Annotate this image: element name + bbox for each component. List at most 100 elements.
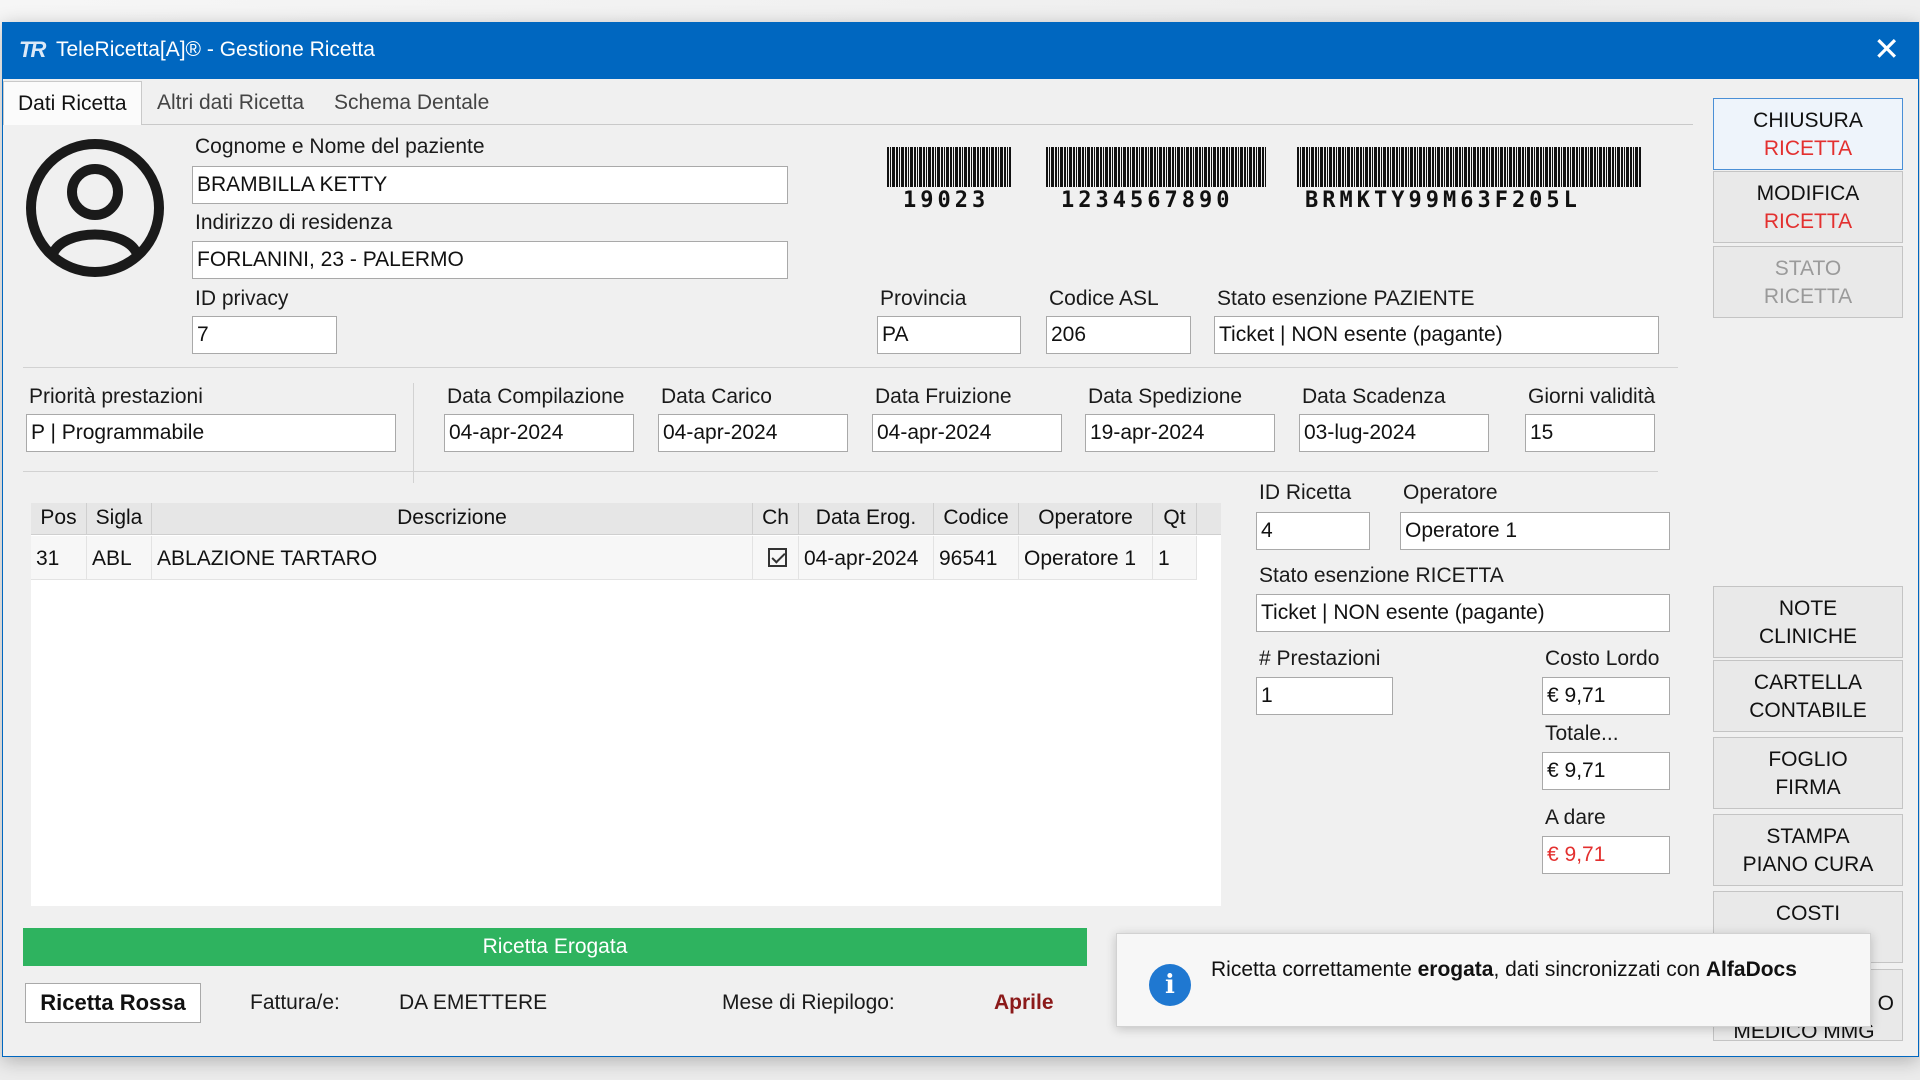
recipe-status-button[interactable]: STATO RICETTA — [1713, 246, 1903, 318]
column-header-data-erog[interactable]: Data Erog. — [799, 503, 934, 535]
compilation-date-field[interactable]: 04-apr-2024 — [444, 414, 634, 452]
column-header-pos[interactable]: Pos — [31, 503, 87, 535]
load-date-field[interactable]: 04-apr-2024 — [658, 414, 848, 452]
print-treatment-plan-button[interactable]: STAMPA PIANO CURA — [1713, 814, 1903, 886]
recipe-exemption-label: Stato esenzione RICETTA — [1259, 564, 1504, 587]
tab-altri-dati-ricetta[interactable]: Altri dati Ricetta — [157, 91, 304, 115]
table-header: Pos Sigla Descrizione Ch Data Erog. Codi… — [31, 503, 1221, 535]
table-row[interactable]: 31 ABL ABLAZIONE TARTARO 04-apr-2024 965… — [31, 536, 1197, 580]
patient-exemption-field[interactable]: Ticket | NON esente (pagante) — [1214, 316, 1659, 354]
tab-bar: Dati Ricetta Altri dati Ricetta Schema D… — [3, 79, 1693, 125]
barcode-3-text: BRMKTY99M63F205L — [1305, 188, 1581, 213]
close-icon[interactable]: ✕ — [1873, 31, 1900, 67]
button-label-line2: FIRMA — [1775, 776, 1841, 799]
shipping-date-field[interactable]: 19-apr-2024 — [1085, 414, 1275, 452]
sync-notification-toast[interactable]: i Ricetta correttamente erogata, dati si… — [1116, 933, 1871, 1027]
column-header-descrizione[interactable]: Descrizione — [152, 503, 753, 535]
address-field[interactable]: FORLANINI, 23 - PALERMO — [192, 241, 788, 279]
barcode-3-icon — [1297, 147, 1641, 187]
button-label-line1: COSTI — [1775, 902, 1841, 925]
window-title: TeleRicetta[A]® - Gestione Ricetta — [56, 38, 375, 61]
recipe-id-label: ID Ricetta — [1259, 481, 1352, 504]
address-label: Indirizzo di residenza — [195, 211, 393, 234]
privacy-field[interactable]: 7 — [192, 316, 337, 354]
cell-qt: 1 — [1153, 536, 1197, 580]
button-label-line2: PIANO CURA — [1742, 853, 1874, 876]
province-field[interactable]: PA — [877, 316, 1021, 354]
cell-pos: 31 — [31, 536, 87, 580]
patient-name-field[interactable]: BRAMBILLA KETTY — [192, 166, 788, 204]
column-header-codice[interactable]: Codice — [934, 503, 1019, 535]
patient-exemption-label: Stato esenzione PAZIENTE — [1217, 287, 1475, 310]
asl-field[interactable]: 206 — [1046, 316, 1191, 354]
clinical-notes-button[interactable]: NOTE CLINICHE — [1713, 586, 1903, 658]
asl-label: Codice ASL — [1049, 287, 1159, 310]
button-label-line1: FOGLIO — [1768, 748, 1848, 771]
priority-label: Priorità prestazioni — [29, 385, 203, 408]
total-field[interactable]: € 9,71 — [1542, 752, 1670, 790]
barcode-1-text: 19023 — [903, 188, 990, 213]
cell-operatore: Operatore 1 — [1019, 536, 1153, 580]
ricetta-rossa-button[interactable]: Ricetta Rossa — [25, 983, 201, 1023]
button-label-line2: RICETTA — [1763, 137, 1853, 160]
toast-text: , dati sincronizzati con — [1493, 958, 1706, 981]
gestione-ricetta-window: TR TeleRicetta[A]® - Gestione Ricetta ✕ … — [2, 22, 1919, 1057]
divider — [23, 367, 1678, 368]
button-label-line1: STAMPA — [1766, 825, 1850, 848]
priority-field[interactable]: P | Programmabile — [26, 414, 396, 452]
toast-message: Ricetta correttamente erogata, dati sinc… — [1211, 958, 1797, 982]
barcode-2-text: 1234567890 — [1061, 188, 1234, 213]
patient-avatar-icon — [26, 139, 164, 277]
modify-recipe-button[interactable]: MODIFICA RICETTA — [1713, 171, 1903, 243]
recipe-status-banner: Ricetta Erogata — [23, 928, 1087, 966]
toast-bold-erogata: erogata — [1417, 958, 1494, 981]
toast-bold-alfadocs: AlfaDocs — [1705, 958, 1797, 981]
tab-dati-ricetta[interactable]: Dati Ricetta — [3, 81, 142, 125]
summary-month-value: Aprile — [994, 991, 1054, 1014]
gross-cost-field[interactable]: € 9,71 — [1542, 677, 1670, 715]
button-label-line1: NOTE — [1778, 597, 1838, 620]
app-logo: TR — [19, 37, 46, 62]
total-label: Totale... — [1545, 722, 1619, 745]
title-bar: TR TeleRicetta[A]® - Gestione Ricetta ✕ — [3, 23, 1918, 79]
info-icon: i — [1149, 964, 1191, 1006]
recipe-operator-label: Operatore — [1403, 481, 1498, 504]
services-count-label: # Prestazioni — [1259, 647, 1381, 670]
divider — [23, 471, 1658, 472]
patient-name-label: Cognome e Nome del paziente — [195, 135, 485, 158]
barcode-1-icon — [887, 147, 1011, 187]
summary-month-label: Mese di Riepilogo: — [722, 991, 895, 1014]
expiry-date-field[interactable]: 03-lug-2024 — [1299, 414, 1489, 452]
button-label-line2: CLINICHE — [1758, 625, 1858, 648]
column-header-qt[interactable]: Qt — [1153, 503, 1197, 535]
validity-days-field[interactable]: 15 — [1525, 414, 1655, 452]
button-label-line1: STATO — [1774, 257, 1842, 280]
gross-cost-label: Costo Lordo — [1545, 647, 1660, 670]
button-label-line1: CARTELLA — [1753, 671, 1863, 694]
signature-sheet-button[interactable]: FOGLIO FIRMA — [1713, 737, 1903, 809]
close-recipe-button[interactable]: CHIUSURA RICETTA — [1713, 98, 1903, 170]
button-label-line1: MODIFICA — [1756, 182, 1860, 205]
button-label-line2: RICETTA — [1763, 285, 1853, 308]
column-header-operatore[interactable]: Operatore — [1019, 503, 1153, 535]
recipe-operator-field[interactable]: Operatore 1 — [1400, 512, 1670, 550]
recipe-id-field[interactable]: 4 — [1256, 512, 1370, 550]
fruition-date-field[interactable]: 04-apr-2024 — [872, 414, 1062, 452]
accounting-folder-button[interactable]: CARTELLA CONTABILE — [1713, 660, 1903, 732]
column-header-ch[interactable]: Ch — [753, 503, 799, 535]
cell-descrizione: ABLAZIONE TARTARO — [152, 536, 753, 580]
amount-due-field[interactable]: € 9,71 — [1542, 836, 1670, 874]
cell-ch — [753, 536, 799, 580]
divider — [413, 383, 414, 483]
tab-schema-dentale[interactable]: Schema Dentale — [334, 91, 489, 115]
recipe-exemption-field[interactable]: Ticket | NON esente (pagante) — [1256, 594, 1670, 632]
toast-text: Ricetta correttamente — [1211, 958, 1418, 981]
checkbox-checked-icon[interactable] — [768, 548, 787, 567]
amount-due-label: A dare — [1545, 806, 1606, 829]
services-table: Pos Sigla Descrizione Ch Data Erog. Codi… — [31, 503, 1221, 906]
cell-data-erog: 04-apr-2024 — [799, 536, 934, 580]
privacy-label: ID privacy — [195, 287, 289, 310]
compilation-date-label: Data Compilazione — [447, 385, 625, 408]
services-count-field[interactable]: 1 — [1256, 677, 1393, 715]
column-header-sigla[interactable]: Sigla — [87, 503, 152, 535]
